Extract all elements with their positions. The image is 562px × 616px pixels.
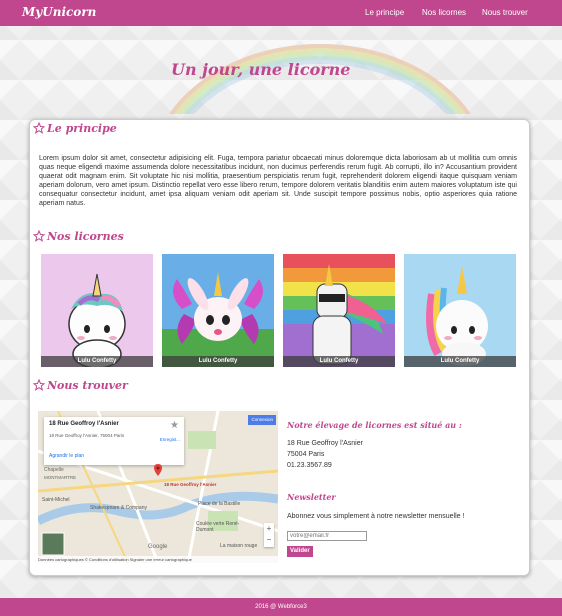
newsletter-text: Abonnez vous simplement à notre newslett…: [287, 513, 465, 520]
map-footer[interactable]: Données cartographiques © Conditions d'u…: [38, 556, 278, 563]
phone-number: 01.23.3567.89: [287, 462, 332, 469]
unicorn-image: [162, 254, 274, 367]
brand-logo[interactable]: MyUnicorn: [22, 5, 96, 19]
section-title-licornes: Nos licornes: [33, 230, 124, 243]
navbar: MyUnicorn Le principe Nos licornes Nous …: [0, 0, 562, 26]
zoom-out-icon[interactable]: −: [264, 535, 274, 547]
map-label: Coulée verte René-Dumont: [196, 521, 240, 533]
map-place-name: 18 Rue Geoffroy l'Asnier: [49, 421, 119, 427]
unicorn-caption: Lulu Confetty: [404, 356, 516, 367]
map-connect-button[interactable]: Connexion: [248, 415, 276, 425]
section-title-licornes-label: Nos licornes: [47, 230, 124, 243]
footer: 2016 @ Webforce3: [0, 598, 562, 616]
location-title: Notre élevage de licornes est situé au :: [287, 420, 462, 430]
section-title-trouver-label: Nous trouver: [47, 379, 128, 392]
map-label: Shakespeare & Company: [90, 505, 147, 511]
map-label: Chapelle: [44, 467, 64, 473]
unicorn-caption: Lulu Confetty: [41, 356, 153, 367]
star-outline-icon: [33, 379, 45, 391]
hero-title: Un jour, une licorne: [171, 60, 351, 79]
map-embed[interactable]: 18 Rue Geoffroy l'Asnier 18 Rue Geoffroy…: [38, 411, 278, 563]
map-pin-label: 18 Rue Geoffroy l'Asnier: [164, 482, 217, 487]
section-title-principe: Le principe: [33, 122, 117, 135]
google-logo: Google: [148, 544, 168, 550]
hero-banner: Un jour, une licorne: [0, 26, 562, 114]
newsletter-email-input[interactable]: [287, 531, 367, 541]
map-label: Saint-Michel: [42, 497, 70, 503]
unicorn-image: [41, 254, 153, 367]
address-line: 75004 Paris: [287, 451, 325, 458]
map-save-link[interactable]: Enregist...: [160, 437, 180, 442]
map-label: MONTMARTRE: [44, 475, 77, 480]
main-card: Le principe Lorem ipsum dolor sit amet, …: [29, 119, 530, 576]
map-info-card: 18 Rue Geoffroy l'Asnier 18 Rue Geoffroy…: [44, 417, 184, 465]
map-label: Place de la Bastille: [198, 501, 241, 507]
unicorn-caption: Lulu Confetty: [162, 356, 274, 367]
principe-text: Lorem ipsum dolor sit amet, consectetur …: [39, 155, 517, 207]
star-icon[interactable]: ★: [170, 420, 179, 431]
map-directions-link[interactable]: Agrandir le plan: [49, 453, 84, 459]
map-pin-icon: [154, 463, 162, 476]
footer-text: 2016 @ Webforce3: [255, 604, 307, 610]
section-title-trouver: Nous trouver: [33, 379, 128, 392]
unicorn-card[interactable]: Lulu Confetty: [404, 254, 516, 367]
section-title-principe-label: Le principe: [47, 122, 117, 135]
unicorn-card[interactable]: Lulu Confetty: [162, 254, 274, 367]
star-outline-icon: [33, 230, 45, 242]
newsletter-submit-button[interactable]: Valider: [287, 546, 313, 557]
unicorn-image: [283, 254, 395, 367]
newsletter-title: Newsletter: [287, 492, 336, 502]
unicorn-image: [404, 254, 516, 367]
nav-link-licornes[interactable]: Nos licornes: [422, 8, 466, 17]
unicorn-card[interactable]: Lulu Confetty: [41, 254, 153, 367]
address-line: 18 Rue Geoffroy l'Asnier: [287, 440, 363, 447]
nav-link-principe[interactable]: Le principe: [365, 8, 404, 17]
zoom-in-icon[interactable]: +: [264, 523, 274, 535]
map-label: La maison rouge: [220, 543, 258, 549]
star-outline-icon: [33, 122, 45, 134]
unicorn-card[interactable]: Lulu Confetty: [283, 254, 395, 367]
unicorn-caption: Lulu Confetty: [283, 356, 395, 367]
map-zoom-controls: + −: [264, 523, 274, 547]
map-place-address: 18 Rue Geoffroy l'Asnier, 75004 Paris: [49, 433, 125, 438]
nav-link-trouver[interactable]: Nous trouver: [482, 8, 528, 17]
